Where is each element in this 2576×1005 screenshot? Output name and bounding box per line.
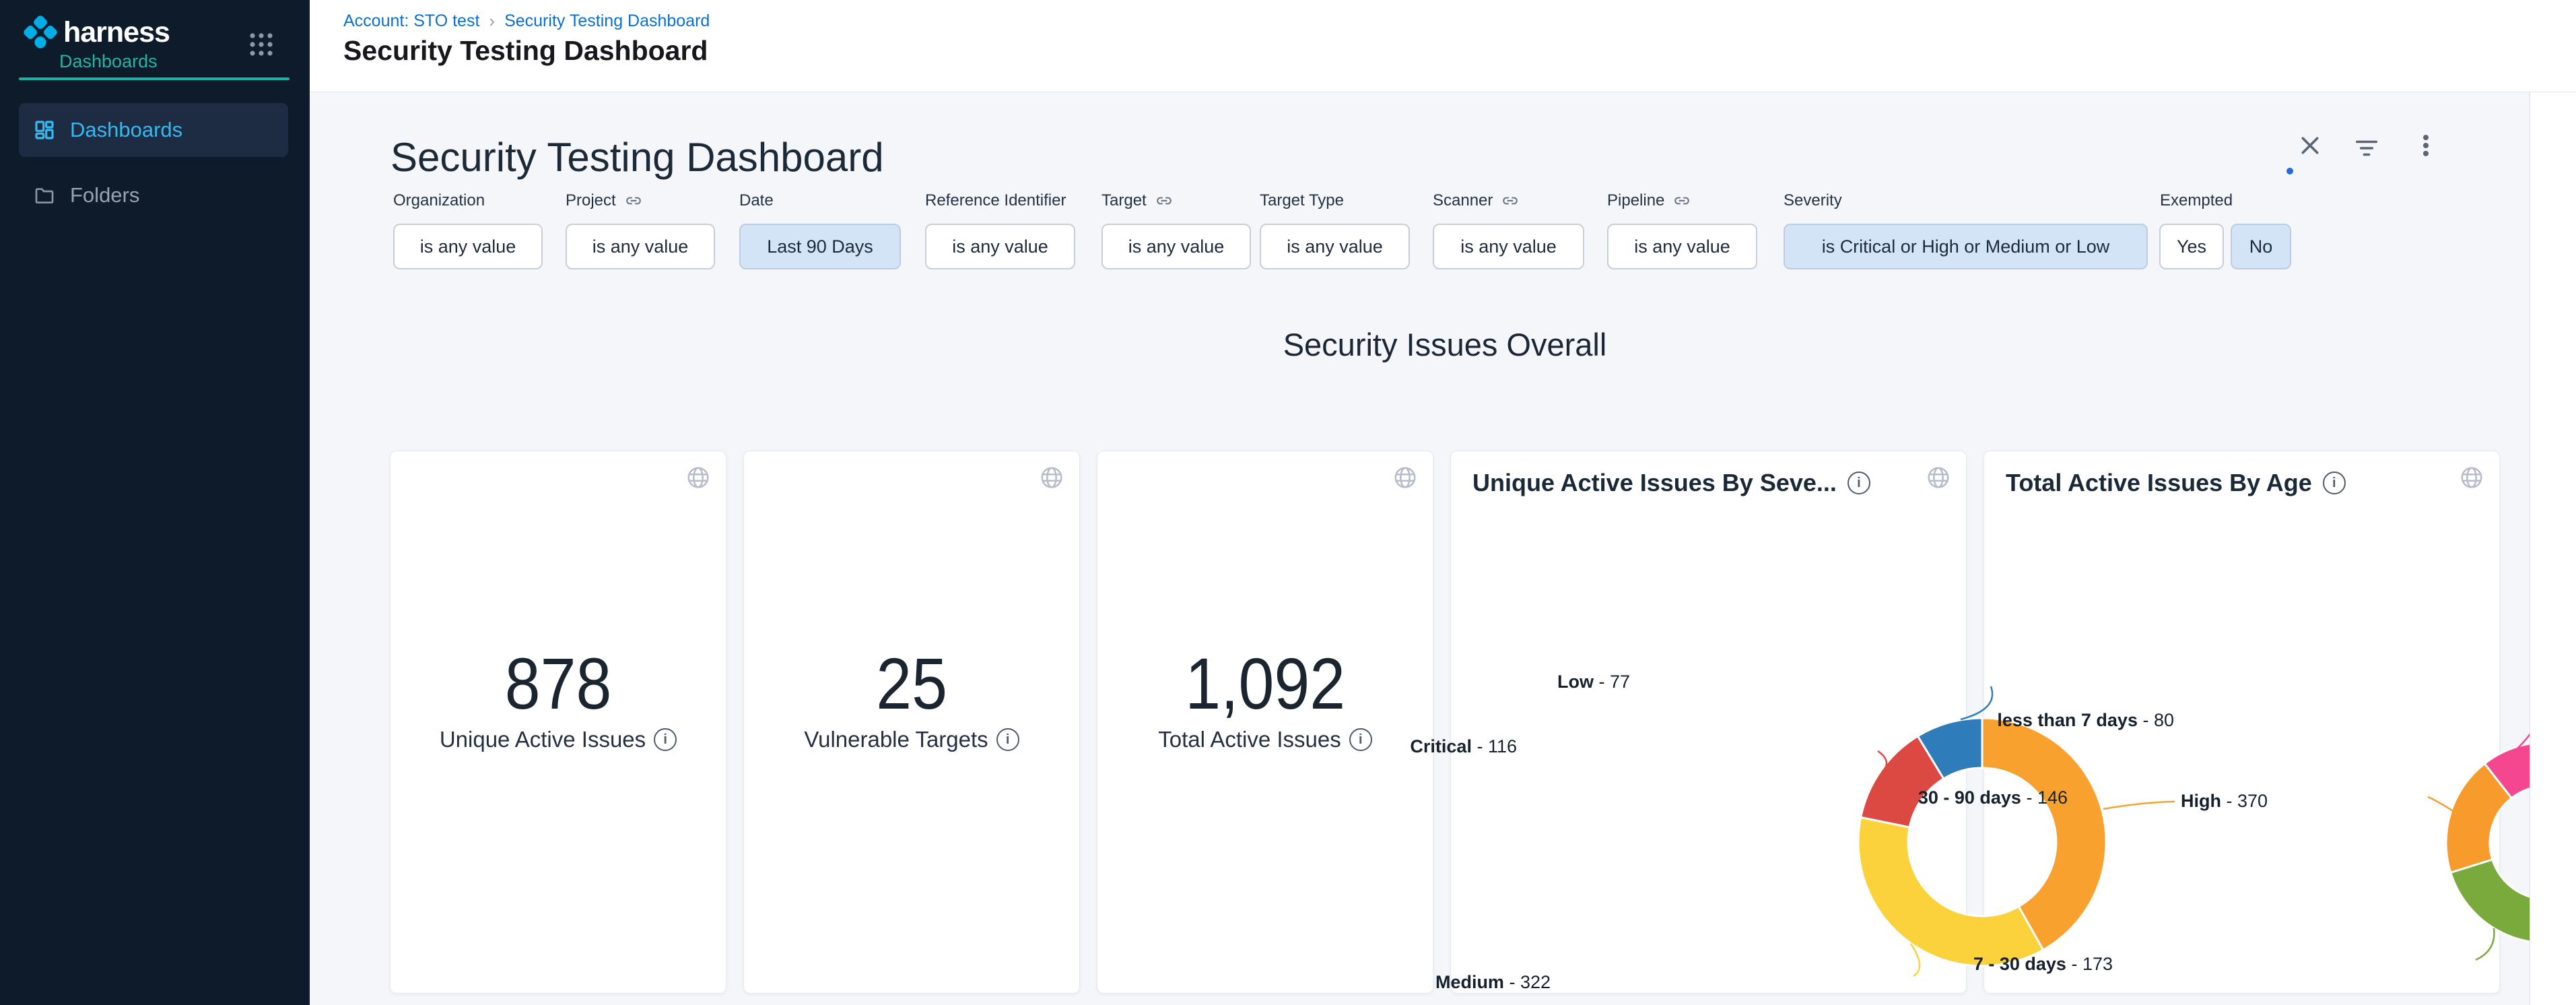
sidebar-item-label: Folders (70, 183, 139, 207)
slice-label-less-than-7-days: less than 7 days - 80 (1997, 710, 2174, 731)
info-icon[interactable]: i (996, 728, 1019, 751)
globe-icon (1392, 465, 1418, 490)
slice-label-30-90-days: 30 - 90 days - 146 (1918, 787, 2068, 808)
filter-label-reference-identifier: Reference Identifier (925, 191, 1066, 210)
sidebar: harness Dashboards Dashboards Folders (0, 0, 310, 1005)
kpi-value: 25 (744, 640, 1079, 727)
filter-value-target-type[interactable]: is any value (1260, 224, 1410, 269)
filter-label-pipeline: Pipeline (1607, 191, 1691, 210)
harness-dashboard-page: harness Dashboards Dashboards Folders (0, 0, 2576, 1005)
kpi-tile-vulnerable-targets: 25Vulnerable Targetsi (743, 451, 1080, 994)
filter-label-date: Date (739, 191, 774, 210)
exempted-option-no[interactable]: No (2231, 224, 2291, 269)
section-title: Security Issues Overall (390, 326, 2500, 363)
globe-icon (1039, 465, 1064, 490)
info-icon[interactable]: i (1848, 472, 1870, 494)
dashboard-title: Security Testing Dashboard (391, 134, 884, 181)
link-icon (1501, 192, 1519, 209)
filter-label-target-type: Target Type (1260, 191, 1344, 210)
sidebar-item-dashboards[interactable]: Dashboards (19, 103, 288, 157)
brand-name: harness (63, 16, 170, 49)
cursor-dot (2286, 168, 2293, 174)
breadcrumb-chevron-icon: › (489, 11, 495, 32)
slice-label-high: High - 370 (2181, 791, 2268, 812)
product-name: Dashboards (59, 51, 158, 72)
filter-value-pipeline[interactable]: is any value (1607, 224, 1757, 269)
filter-label-severity: Severity (1784, 191, 1842, 210)
chart-title: Total Active Issues By Agei (2006, 469, 2346, 497)
info-icon[interactable]: i (654, 728, 677, 751)
globe-icon (685, 465, 711, 490)
filter-value-organization[interactable]: is any value (393, 224, 543, 269)
filter-value-scanner[interactable]: is any value (1433, 224, 1584, 269)
sidebar-item-label: Dashboards (70, 118, 182, 142)
page-header: Account: STO test › Security Testing Das… (310, 0, 2576, 92)
sidebar-item-folders[interactable]: Folders (19, 168, 288, 222)
sidebar-accent-rule (19, 77, 290, 80)
filter-value-date[interactable]: Last 90 Days (739, 224, 901, 269)
filter-label-organization: Organization (393, 191, 485, 210)
filter-value-reference-identifier[interactable]: is any value (925, 224, 1075, 269)
info-icon[interactable]: i (2323, 472, 2346, 494)
link-icon (1673, 192, 1691, 209)
exempted-option-yes[interactable]: Yes (2159, 224, 2224, 269)
scroll-gutter[interactable] (2530, 92, 2576, 1005)
harness-logo-icon (23, 15, 58, 50)
breadcrumb-dashboard-link[interactable]: Security Testing Dashboard (504, 11, 710, 31)
slice-label-medium: Medium - 322 (1435, 972, 1551, 993)
filter-value-target[interactable]: is any value (1101, 224, 1251, 269)
breadcrumb-account-link[interactable]: Account: STO test (343, 11, 479, 31)
kpi-value: 878 (391, 640, 726, 727)
globe-icon (1926, 465, 1951, 490)
globe-icon (2459, 465, 2484, 490)
kpi-tile-total-active-issues: 1,092Total Active Issuesi (1097, 451, 1433, 994)
kpi-label: Vulnerable Targetsi (744, 726, 1079, 753)
info-icon[interactable]: i (1349, 728, 1372, 751)
filter-value-project[interactable]: is any value (566, 224, 715, 269)
app-grid-icon[interactable] (248, 31, 275, 58)
link-icon (1155, 192, 1173, 209)
close-icon[interactable] (2297, 133, 2323, 158)
kpi-tile-unique-active-issues: 878Unique Active Issuesi (390, 451, 726, 994)
slice-label-7-30-days: 7 - 30 days - 173 (1973, 954, 2113, 975)
chart-title: Unique Active Issues By Seve...i (1472, 469, 1870, 497)
slice-label-low: Low - 77 (1557, 672, 1630, 692)
kpi-label: Total Active Issuesi (1097, 726, 1433, 753)
link-icon (625, 192, 642, 209)
filter-label-scanner: Scanner (1433, 191, 1519, 210)
brand[interactable]: harness (23, 15, 170, 50)
kpi-label: Unique Active Issuesi (391, 726, 726, 753)
filter-label-target: Target (1101, 191, 1173, 210)
dashboard-content: Security Testing Dashboard Organization i… (310, 92, 2530, 1005)
filter-label-exempted: Exempted (2160, 191, 2233, 210)
filter-value-severity[interactable]: is Critical or High or Medium or Low (1784, 224, 2148, 269)
folder-icon (34, 185, 55, 206)
kebab-menu-icon[interactable] (2413, 133, 2439, 158)
kpi-value: 1,092 (1097, 640, 1433, 727)
breadcrumb: Account: STO test › Security Testing Das… (343, 11, 710, 32)
dashboards-icon (34, 119, 55, 141)
filter-lines-icon[interactable] (2354, 135, 2379, 161)
slice-label-critical: Critical - 116 (1410, 736, 1517, 757)
filter-label-project: Project (566, 191, 642, 210)
page-title: Security Testing Dashboard (343, 35, 708, 67)
